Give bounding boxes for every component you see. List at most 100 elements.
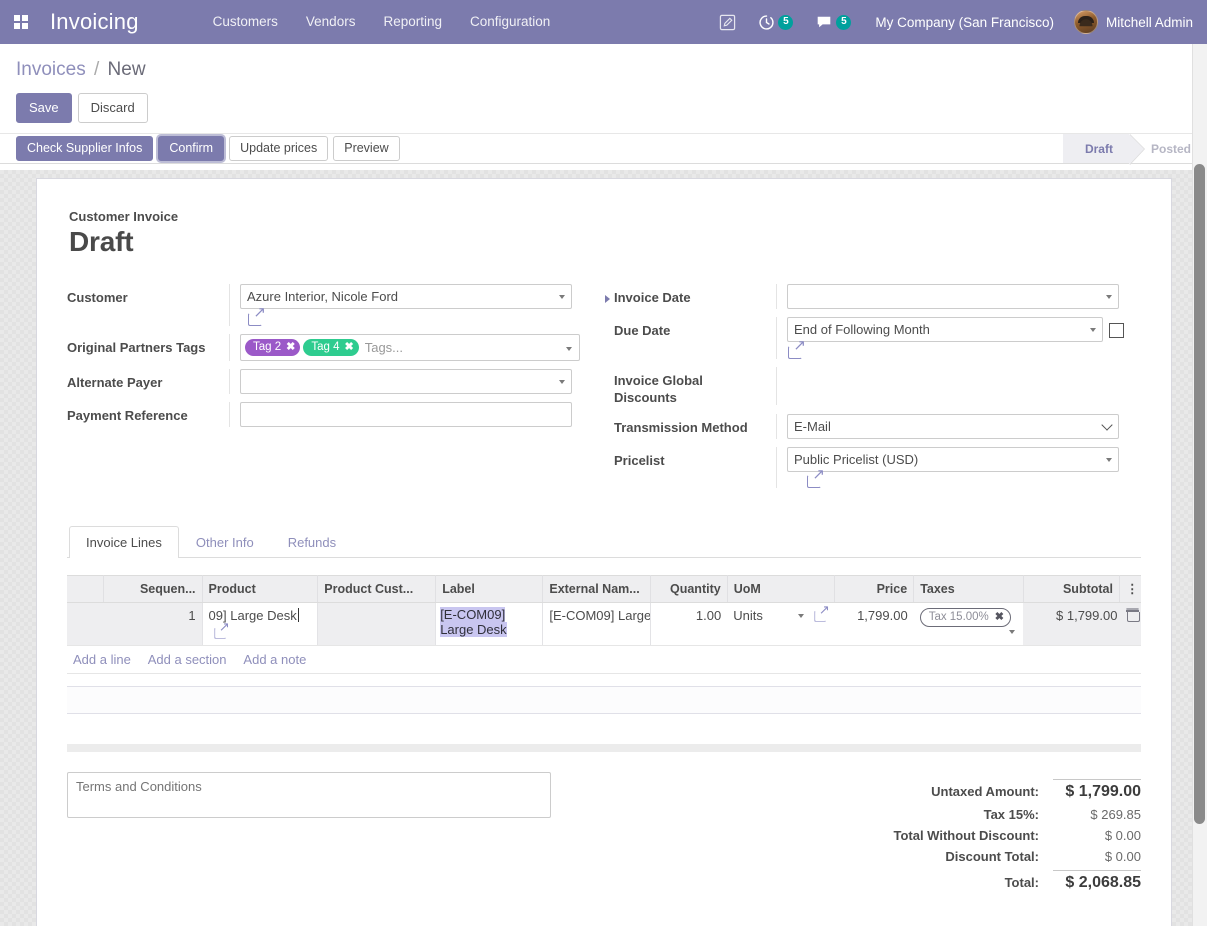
cell-sequence[interactable]: 1 <box>103 602 203 646</box>
invoice-date-input[interactable] <box>787 284 1119 309</box>
avatar <box>1073 10 1098 34</box>
col-subtotal[interactable]: Subtotal <box>1023 575 1120 604</box>
col-product-customer[interactable]: Product Cust... <box>317 575 437 604</box>
check-supplier-infos-button[interactable]: Check Supplier Infos <box>16 136 154 161</box>
tax-badge[interactable]: Tax 15.00% ✖ <box>919 608 1012 628</box>
col-options-icon[interactable]: ⋮ <box>1119 575 1141 604</box>
col-external-name[interactable]: External Nam... <box>542 575 651 604</box>
record-actions: Save Discard <box>0 83 1207 133</box>
col-quantity[interactable]: Quantity <box>650 575 728 604</box>
vertical-scrollbar-track[interactable] <box>1192 44 1207 926</box>
cell-quantity[interactable]: 1.00 <box>650 602 728 646</box>
field-row-alternate-payer: Alternate Payer <box>67 368 594 402</box>
col-price[interactable]: Price <box>834 575 915 604</box>
menu-vendors[interactable]: Vendors <box>292 0 370 44</box>
navbar-menu: Customers Vendors Reporting Configuratio… <box>199 0 565 44</box>
pricelist-external-link-icon[interactable] <box>807 467 825 489</box>
total-row-total: Total: $ 2,068.85 <box>781 867 1141 895</box>
tag-remove-icon[interactable]: ✖ <box>345 340 354 355</box>
preview-button[interactable]: Preview <box>333 136 400 161</box>
app-brand-invoicing[interactable]: Invoicing <box>42 9 147 35</box>
uom-external-link-icon[interactable] <box>814 604 830 622</box>
vertical-scrollbar-thumb[interactable] <box>1194 164 1205 824</box>
edit-toggle-button[interactable] <box>711 0 744 44</box>
payment-reference-input[interactable] <box>240 401 572 427</box>
cell-product-customer[interactable] <box>317 602 436 646</box>
messages-button[interactable]: 5 <box>807 0 859 44</box>
tag-chip[interactable]: Tag 2 ✖ <box>245 338 301 356</box>
product-external-link-icon[interactable] <box>213 621 229 639</box>
apps-menu-button[interactable] <box>0 0 42 44</box>
cell-external-name[interactable]: [E-COM09] Large <box>542 602 651 646</box>
chevron-down-icon <box>566 346 572 351</box>
cell-price[interactable]: 1,799.00 <box>834 602 914 646</box>
customer-input[interactable] <box>240 284 572 309</box>
uom-value: Units <box>733 608 763 624</box>
update-prices-button[interactable]: Update prices <box>229 136 329 161</box>
label-invoice-date: Invoice Date <box>614 284 776 317</box>
col-product[interactable]: Product <box>202 575 319 604</box>
col-uom[interactable]: UoM <box>727 575 835 604</box>
tab-invoice-lines[interactable]: Invoice Lines <box>69 526 179 559</box>
form-groups: Customer Original Partners Tags <box>67 284 1141 496</box>
cell-uom[interactable]: Units <box>727 602 835 646</box>
due-date-external-link-icon[interactable] <box>788 338 806 359</box>
tag-label: Tag 4 <box>311 340 340 353</box>
label-value-selected: [E-COM09] Large Desk <box>440 607 507 638</box>
alternate-payer-input[interactable] <box>240 368 572 394</box>
field-row-pricelist: Pricelist <box>614 446 1141 497</box>
cell-taxes[interactable]: Tax 15.00% ✖ <box>913 602 1024 646</box>
bottom-section: Untaxed Amount: $ 1,799.00 Tax 15%: $ 26… <box>67 771 1141 895</box>
pricelist-input[interactable] <box>787 446 1119 472</box>
col-sequence[interactable]: Sequen... <box>103 575 203 604</box>
due-date-input[interactable] <box>787 317 1103 342</box>
cell-handle[interactable] <box>67 602 104 646</box>
customer-external-link-icon[interactable] <box>248 305 266 326</box>
tab-refunds[interactable]: Refunds <box>271 526 353 558</box>
due-date-checkbox[interactable] <box>1108 323 1124 339</box>
customer-field-wrap <box>240 284 572 309</box>
top-navbar: Invoicing Customers Vendors Reporting Co… <box>0 0 1207 44</box>
total-row-discount-total: Discount Total: $ 0.00 <box>781 846 1141 867</box>
comment-icon <box>818 16 831 28</box>
transmission-method-select[interactable] <box>787 413 1119 439</box>
discard-button[interactable]: Discard <box>77 93 148 123</box>
notebook: Invoice Lines Other Info Refunds Sequen.… <box>67 526 1141 752</box>
original-partners-tags-input[interactable]: Tag 2 ✖ Tag 4 ✖ Tags... <box>240 333 580 361</box>
col-taxes[interactable]: Taxes <box>913 575 1024 604</box>
breadcrumb-invoices[interactable]: Invoices <box>16 59 86 80</box>
cell-delete[interactable] <box>1119 602 1141 646</box>
tax-remove-icon[interactable]: ✖ <box>995 610 1004 625</box>
menu-customers[interactable]: Customers <box>199 0 292 44</box>
menu-configuration[interactable]: Configuration <box>456 0 564 44</box>
odoo-invoicing-page: Invoicing Customers Vendors Reporting Co… <box>0 0 1207 926</box>
cell-product[interactable]: 09] Large Desk <box>201 602 319 646</box>
add-a-line-link[interactable]: Add a line <box>73 652 131 667</box>
field-row-due-date: Due Date <box>614 317 1141 367</box>
cell-label[interactable]: [E-COM09] Large Desk <box>435 602 544 646</box>
table-row[interactable]: 1 09] Large Desk [E-COM09] Large Desk [E… <box>67 602 1141 646</box>
notebook-tabs: Invoice Lines Other Info Refunds <box>67 526 1141 559</box>
confirm-button[interactable]: Confirm <box>158 136 225 161</box>
menu-reporting[interactable]: Reporting <box>369 0 456 44</box>
add-a-section-link[interactable]: Add a section <box>148 652 227 667</box>
company-switcher[interactable]: My Company (San Francisco) <box>865 15 1064 30</box>
total-label: Discount Total: <box>945 848 1039 864</box>
user-menu[interactable]: Mitchell Admin <box>1070 10 1193 34</box>
col-label[interactable]: Label <box>435 575 544 604</box>
terms-and-conditions-textarea[interactable] <box>67 771 551 818</box>
tag-chip[interactable]: Tag 4 ✖ <box>303 338 359 356</box>
add-a-note-link[interactable]: Add a note <box>243 652 306 667</box>
chevron-down-icon <box>798 614 805 619</box>
alternate-payer-field-wrap <box>240 368 572 394</box>
trash-icon[interactable] <box>1126 609 1141 623</box>
transmission-method-field-wrap <box>787 413 1119 439</box>
payment-reference-field-wrap <box>240 401 572 427</box>
stage-draft[interactable]: Draft <box>1062 134 1146 165</box>
tag-remove-icon[interactable]: ✖ <box>286 340 295 355</box>
cell-subtotal: $ 1,799.00 <box>1023 602 1120 646</box>
tab-other-info[interactable]: Other Info <box>179 526 271 558</box>
activities-button[interactable]: 5 <box>750 0 801 44</box>
save-button[interactable]: Save <box>16 93 72 123</box>
total-value: $ 2,068.85 <box>1053 869 1141 892</box>
